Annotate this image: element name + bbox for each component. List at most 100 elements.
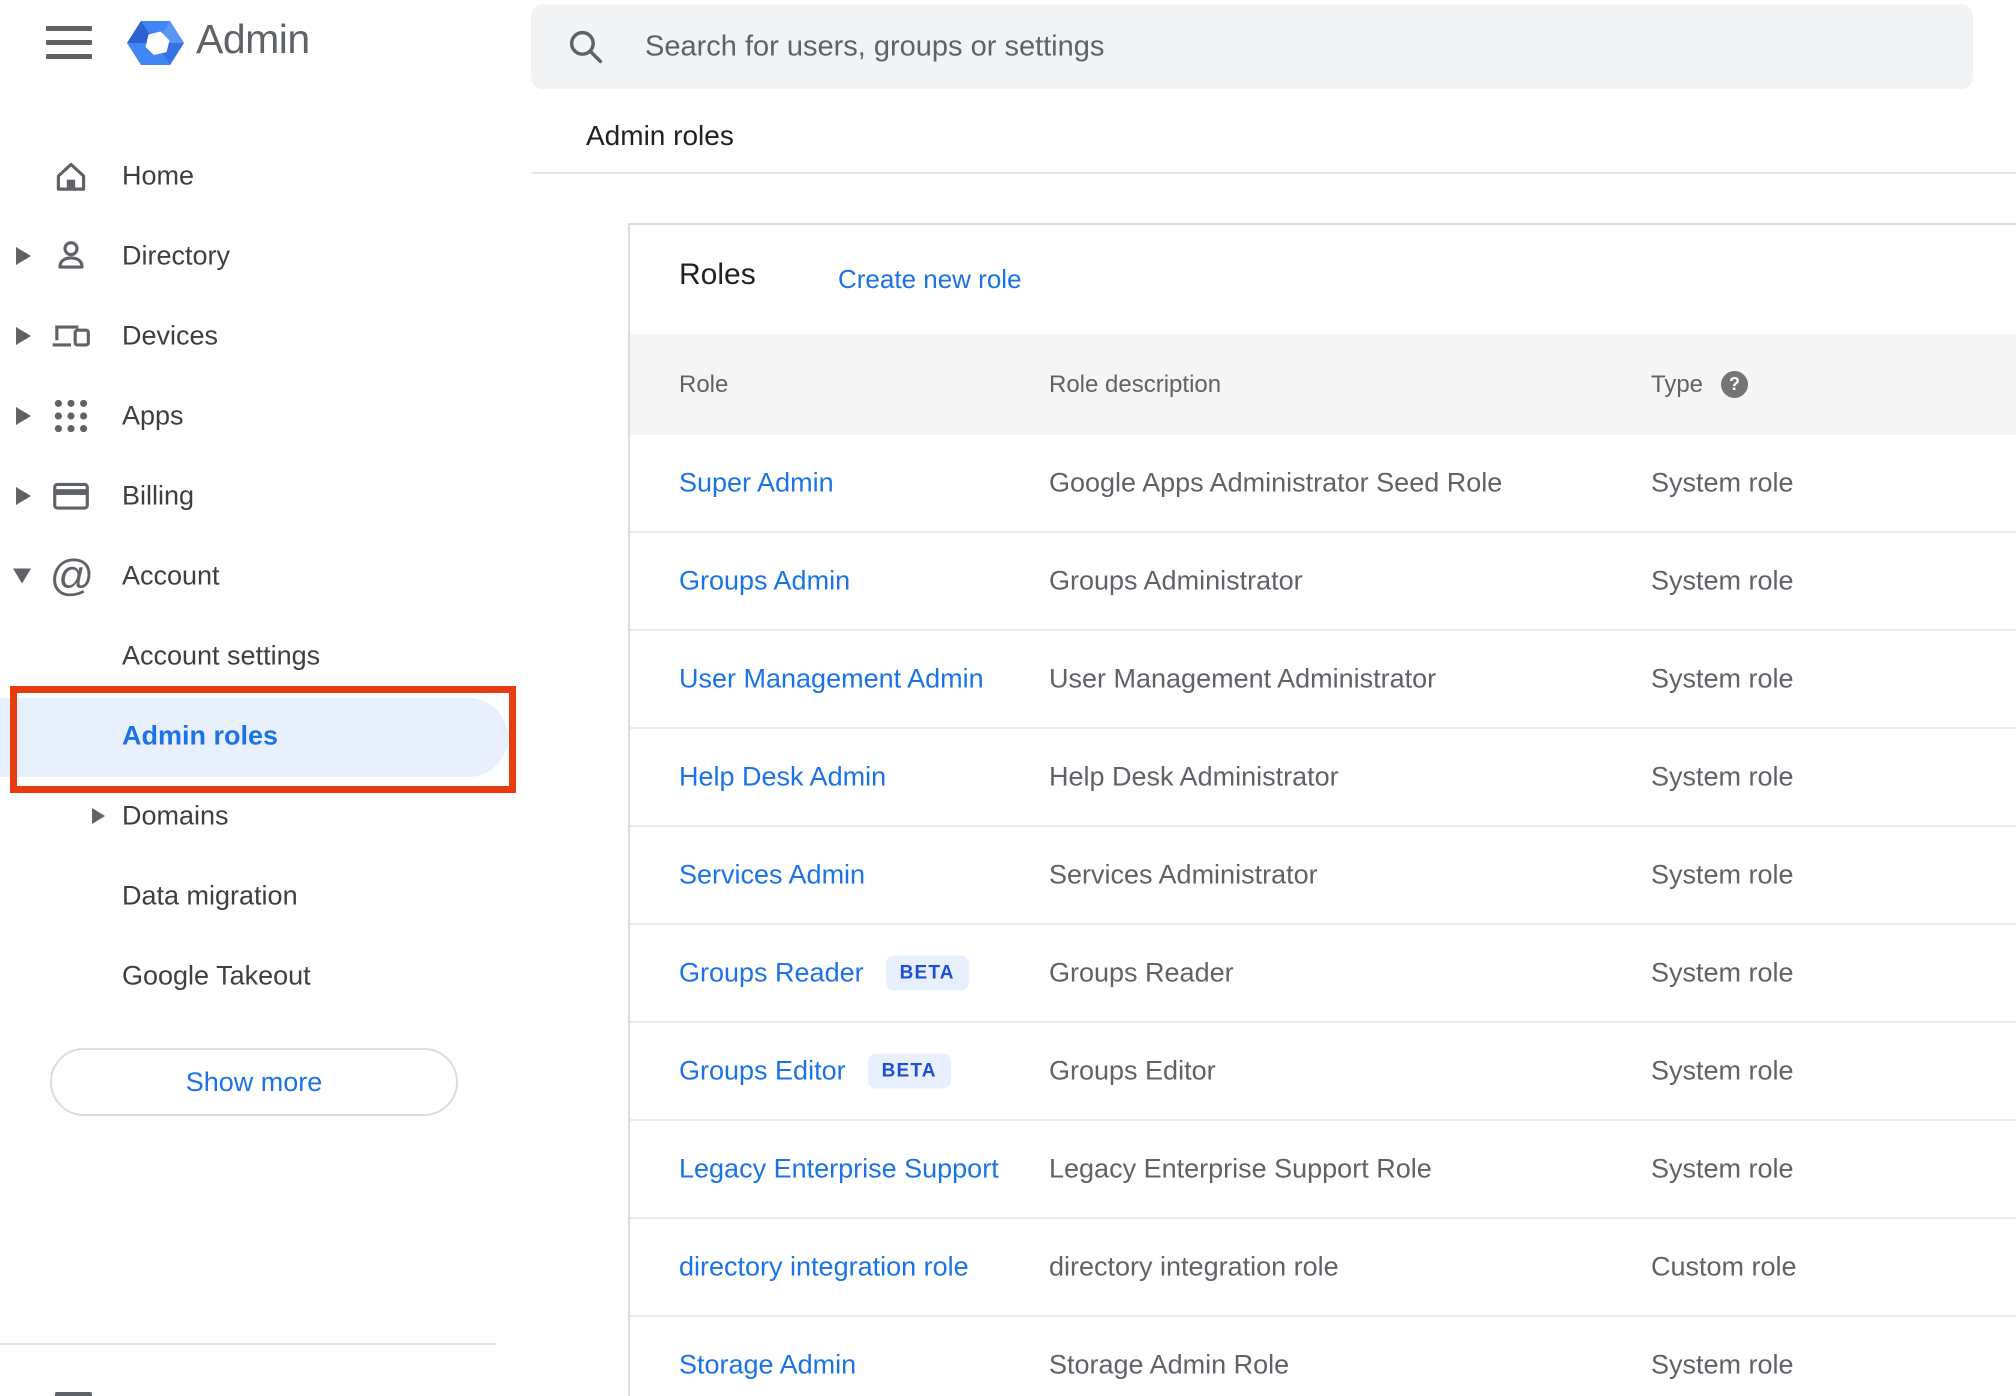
breadcrumb: Admin roles (586, 120, 734, 151)
search-icon (569, 30, 603, 64)
breadcrumb-divider (531, 172, 2016, 174)
sidebar-item-domains[interactable]: Domains (0, 776, 531, 856)
role-cell: Help Desk Admin (679, 762, 886, 793)
menu-hamburger-icon[interactable] (46, 26, 92, 60)
table-row: Groups Editor BETA Groups Editor System rol… (630, 1023, 2016, 1121)
sidebar-item-billing[interactable]: Billing (0, 456, 531, 536)
sidebar-nav: Home Directory Devices Apps Billing @ Account A… (0, 136, 531, 1016)
role-type: System role (1651, 1055, 1794, 1086)
role-type: System role (1651, 761, 1794, 792)
role-link[interactable]: Storage Admin (679, 1350, 856, 1381)
chevron-collapsed-icon[interactable] (16, 487, 31, 505)
role-link[interactable]: Super Admin (679, 468, 834, 499)
sidebar-item-google-takeout[interactable]: Google Takeout (0, 936, 531, 1016)
role-cell: Services Admin (679, 860, 865, 891)
role-link[interactable]: Legacy Enterprise Support (679, 1154, 999, 1185)
chevron-collapsed-icon[interactable] (92, 808, 105, 824)
role-link[interactable]: Groups Editor (679, 1056, 846, 1087)
chevron-collapsed-icon[interactable] (16, 247, 31, 265)
chevron-expanded-icon[interactable] (13, 568, 31, 584)
sidebar-item-directory[interactable]: Directory (0, 216, 531, 296)
table-row: Groups Reader BETA Groups Reader System rol… (630, 925, 2016, 1023)
role-description: Google Apps Administrator Seed Role (1049, 467, 1503, 498)
roles-table: Super Admin Google Apps Administrator See… (630, 435, 2016, 1396)
sidebar-footer-divider (0, 1343, 497, 1345)
sidebar-item-label: Account settings (122, 640, 321, 671)
sidebar-item-account[interactable]: @ Account (0, 536, 531, 616)
role-type: System role (1651, 565, 1794, 596)
sidebar: Admin Home Directory Devices Apps Billing @ Ac… (0, 0, 531, 1396)
sidebar-item-apps[interactable]: Apps (0, 376, 531, 456)
sidebar-item-devices[interactable]: Devices (0, 296, 531, 376)
role-description: User Management Administrator (1049, 663, 1437, 694)
table-row: Storage Admin Storage Admin Role System ro… (630, 1317, 2016, 1396)
devices-icon (50, 315, 92, 357)
sidebar-item-label: Apps (122, 400, 184, 431)
sidebar-item-label: Admin roles (122, 720, 279, 751)
role-type: System role (1651, 957, 1794, 988)
role-description: directory integration role (1049, 1251, 1339, 1282)
role-cell: Storage Admin (679, 1350, 856, 1381)
role-description: Groups Reader (1049, 957, 1234, 988)
role-description: Storage Admin Role (1049, 1349, 1290, 1380)
table-row: Help Desk Admin Help Desk Administrator Sy… (630, 729, 2016, 827)
role-type: System role (1651, 663, 1794, 694)
table-row: Super Admin Google Apps Administrator See… (630, 435, 2016, 533)
home-icon (50, 155, 92, 197)
column-header-role-description: Role description (1049, 370, 1222, 398)
create-new-role-link[interactable]: Create new role (838, 264, 1022, 295)
show-more-button[interactable]: Show more (50, 1048, 458, 1116)
role-type: System role (1651, 467, 1794, 498)
role-link[interactable]: Services Admin (679, 860, 865, 891)
apps-icon (50, 395, 92, 437)
search-bar[interactable]: Search for users, groups or settings (531, 4, 1973, 89)
role-link[interactable]: Groups Reader (679, 958, 864, 989)
table-row: User Management Admin User Management Adm… (630, 631, 2016, 729)
sidebar-item-data-migration[interactable]: Data migration (0, 856, 531, 936)
table-row: directory integration role directory inte… (630, 1219, 2016, 1317)
role-link[interactable]: Help Desk Admin (679, 762, 886, 793)
at-icon: @ (49, 551, 95, 600)
roles-card: Roles Create new role Role Role descript… (628, 223, 2016, 1396)
google-admin-console: { "app": { "name": "Admin" }, "search": … (0, 0, 2016, 1396)
page-title: Roles (679, 258, 756, 291)
card-icon (50, 475, 92, 517)
sidebar-item-label: Directory (122, 240, 231, 271)
person-icon (50, 235, 92, 277)
sidebar-item-account-settings[interactable]: Account settings (0, 616, 531, 696)
role-link[interactable]: directory integration role (679, 1252, 969, 1283)
beta-badge: BETA (885, 955, 969, 991)
chevron-collapsed-icon[interactable] (16, 407, 31, 425)
role-description: Groups Administrator (1049, 565, 1303, 596)
chevron-collapsed-icon[interactable] (16, 327, 31, 345)
role-description: Help Desk Administrator (1049, 761, 1339, 792)
sidebar-item-home[interactable]: Home (0, 136, 531, 216)
role-type: System role (1651, 859, 1794, 890)
help-icon[interactable]: ? (1721, 371, 1749, 398)
sidebar-item-label: Devices (122, 320, 219, 351)
admin-logo-icon (127, 14, 184, 72)
table-row: Services Admin Services Administrator Syst… (630, 827, 2016, 925)
sidebar-item-label: Google Takeout (122, 960, 311, 991)
role-description: Groups Editor (1049, 1055, 1216, 1086)
role-cell: Legacy Enterprise Support (679, 1154, 999, 1185)
role-cell: Groups Reader BETA (679, 955, 969, 991)
role-type: Custom role (1651, 1251, 1797, 1282)
role-cell: directory integration role (679, 1252, 969, 1283)
role-type: System role (1651, 1153, 1794, 1184)
role-link[interactable]: Groups Admin (679, 566, 850, 597)
partial-feedback-icon (55, 1392, 92, 1396)
role-cell: User Management Admin (679, 664, 984, 695)
sidebar-item-label: Account (122, 560, 220, 591)
role-cell: Groups Editor BETA (679, 1053, 951, 1089)
table-row: Groups Admin Groups Administrator System r… (630, 533, 2016, 631)
role-description: Legacy Enterprise Support Role (1049, 1153, 1432, 1184)
sidebar-item-admin-roles[interactable]: Admin roles (0, 696, 531, 776)
search-placeholder: Search for users, groups or settings (645, 30, 1105, 62)
table-header: Role Role description Type ? (630, 334, 2016, 435)
role-cell: Super Admin (679, 468, 834, 499)
role-link[interactable]: User Management Admin (679, 664, 984, 695)
column-header-role: Role (679, 370, 729, 398)
table-row: Legacy Enterprise Support Legacy Enterpri… (630, 1121, 2016, 1219)
role-description: Services Administrator (1049, 859, 1318, 890)
